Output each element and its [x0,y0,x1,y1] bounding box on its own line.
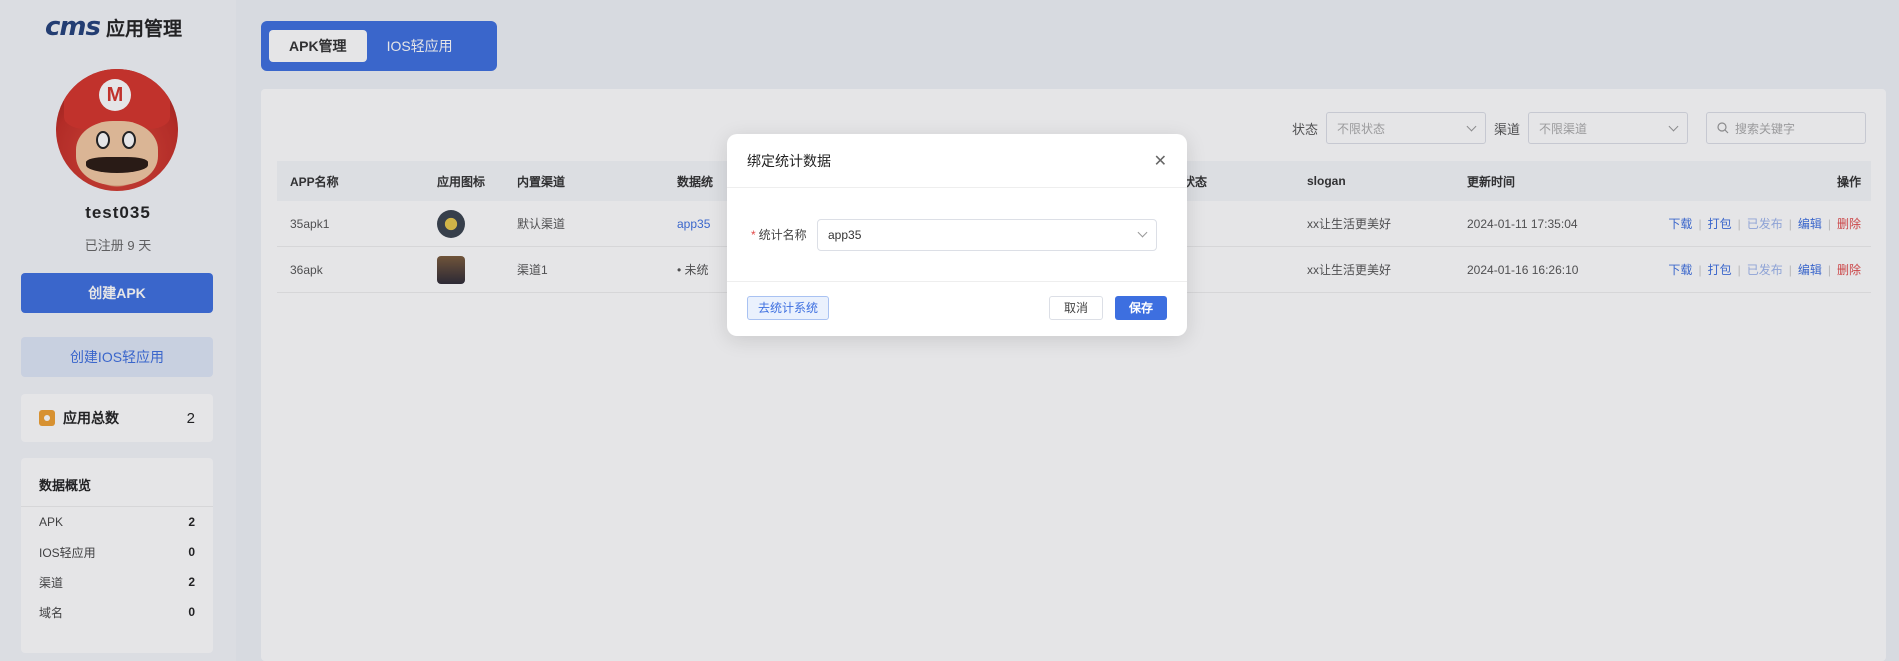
dialog-footer: 去统计系统 取消 保存 [727,282,1187,334]
save-button[interactable]: 保存 [1114,296,1167,320]
dialog-body: * 统计名称 app35 [727,188,1187,282]
cancel-button[interactable]: 取消 [1048,296,1103,320]
dialog-header: 绑定统计数据 ✕ [727,134,1187,188]
bind-stats-dialog: 绑定统计数据 ✕ * 统计名称 app35 去统计系统 取消 保存 [727,134,1187,336]
close-icon[interactable]: ✕ [1154,151,1167,171]
stats-name-value: app35 [828,227,862,242]
goto-stats-button[interactable]: 去统计系统 [747,296,830,320]
chevron-down-icon [1137,227,1148,238]
dialog-title: 绑定统计数据 [747,152,831,169]
stats-name-select[interactable]: app35 [817,218,1157,251]
stats-name-label: * 统计名称 [751,228,807,242]
